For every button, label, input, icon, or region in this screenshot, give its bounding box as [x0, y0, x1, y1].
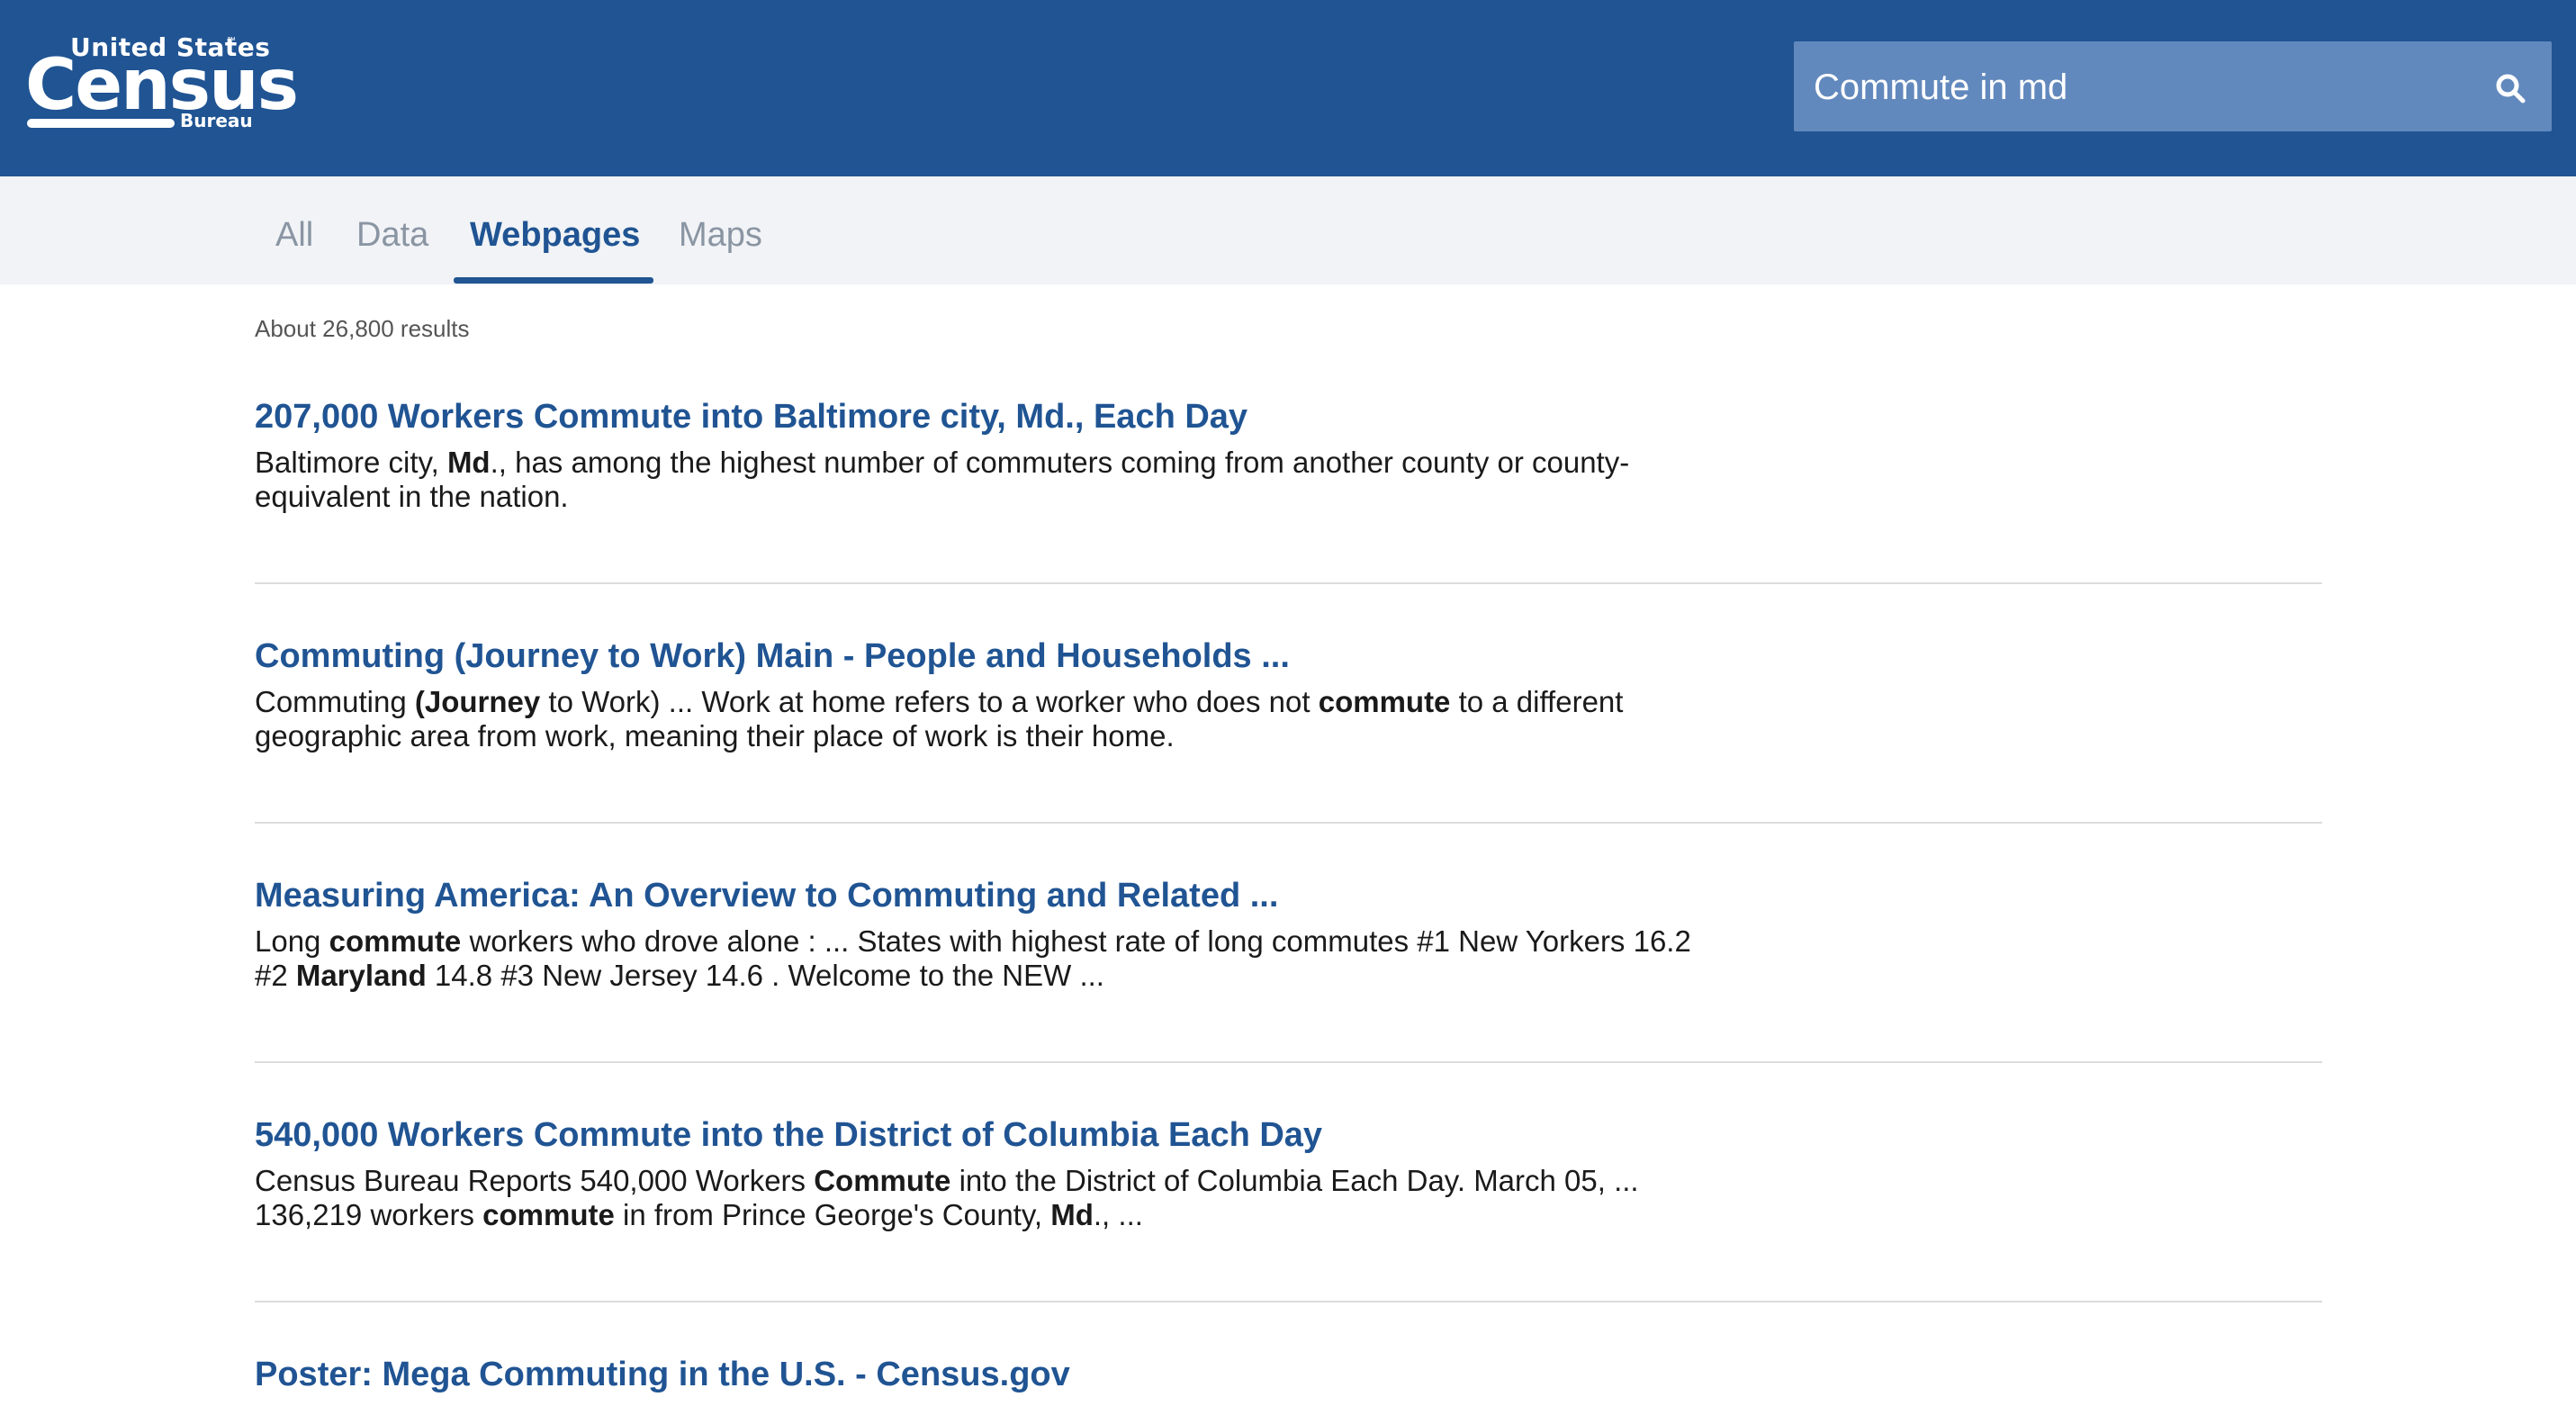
- snippet-text: Long: [255, 924, 329, 958]
- results-count: About 26,800 results: [255, 315, 470, 342]
- census-logo[interactable]: United States ™ Census Bureau: [25, 32, 299, 133]
- snippet-text: Commuting: [255, 685, 415, 718]
- logo-underline-bar: [27, 119, 175, 128]
- search-icon[interactable]: [2494, 72, 2526, 104]
- result-divider: [255, 1061, 2322, 1063]
- snippet-highlight: commute: [329, 924, 462, 958]
- result-title-link[interactable]: 540,000 Workers Commute into the Distric…: [255, 1116, 2322, 1155]
- search-input[interactable]: [1812, 41, 2463, 133]
- snippet-text: in from Prince George's County,: [614, 1198, 1051, 1231]
- result-divider: [255, 582, 2322, 584]
- result-type-tabs: All Data Webpages Maps: [0, 176, 2576, 284]
- snippet-highlight: Commute: [814, 1164, 951, 1197]
- snippet-text: Baltimore city,: [255, 446, 447, 479]
- snippet-text: Census Bureau Reports 540,000 Workers: [255, 1164, 815, 1197]
- logo-census-text: Census: [25, 45, 299, 126]
- result-title-link[interactable]: Measuring America: An Overview to Commut…: [255, 877, 2322, 915]
- result-divider: [255, 1301, 2322, 1302]
- tab-webpages[interactable]: Webpages: [470, 176, 640, 284]
- snippet-highlight: Maryland: [295, 959, 427, 992]
- search-result: Poster: Mega Commuting in the U.S. - Cen…: [255, 1356, 2322, 1394]
- result-title-link[interactable]: 207,000 Workers Commute into Baltimore c…: [255, 398, 2322, 437]
- search-box: [1794, 41, 2552, 133]
- snippet-text: 14.8 #3 New Jersey 14.6 . Welcome to the…: [426, 959, 1104, 992]
- logo-bureau-text: Bureau: [180, 110, 253, 131]
- snippet-highlight: Md: [446, 446, 491, 479]
- snippet-highlight: (Journey: [414, 685, 541, 718]
- snippet-text: ., ...: [1093, 1198, 1143, 1231]
- snippet-highlight: commute: [1318, 685, 1451, 718]
- result-title-link[interactable]: Commuting (Journey to Work) Main - Peopl…: [255, 637, 2322, 676]
- search-result: 207,000 Workers Commute into Baltimore c…: [255, 398, 2322, 514]
- search-result: Measuring America: An Overview to Commut…: [255, 877, 2322, 993]
- search-result: Commuting (Journey to Work) Main - Peopl…: [255, 637, 2322, 753]
- result-snippet: Census Bureau Reports 540,000 Workers Co…: [255, 1164, 1695, 1232]
- snippet-highlight: Md: [1050, 1198, 1094, 1231]
- snippet-text: to Work) ... Work at home refers to a wo…: [540, 685, 1319, 718]
- result-divider: [255, 822, 2322, 824]
- result-snippet: Long commute workers who drove alone : .…: [255, 924, 1695, 993]
- search-result: 540,000 Workers Commute into the Distric…: [255, 1116, 2322, 1232]
- tab-all[interactable]: All: [275, 176, 313, 284]
- site-header: United States ™ Census Bureau: [0, 0, 2576, 176]
- snippet-highlight: commute: [482, 1198, 615, 1231]
- active-tab-indicator: [454, 277, 653, 284]
- tab-data[interactable]: Data: [356, 176, 428, 284]
- result-snippet: Baltimore city, Md., has among the highe…: [255, 446, 1695, 514]
- result-snippet: Commuting (Journey to Work) ... Work at …: [255, 685, 1695, 753]
- result-title-link[interactable]: Poster: Mega Commuting in the U.S. - Cen…: [255, 1356, 2322, 1394]
- tab-maps[interactable]: Maps: [679, 176, 762, 284]
